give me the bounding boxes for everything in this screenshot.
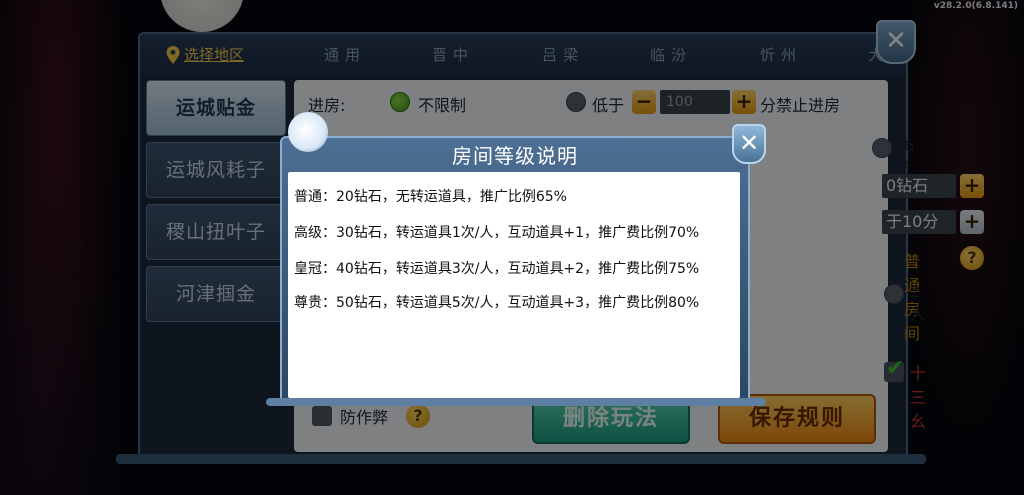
- modal-title: 房间等级说明: [452, 144, 578, 168]
- room-level-modal: 房间等级说明 普通：20钻石，无转运道具，推广比例65% 高级：30钻石，转运道…: [266, 112, 766, 406]
- modal-close-icon[interactable]: ✕: [732, 124, 766, 164]
- level-line-advanced: 高级：30钻石，转运道具1次/人，互动道具+1，推广费比例70%: [294, 225, 700, 241]
- level-line-normal: 普通：20钻石，无转运道具，推广比例65%: [294, 189, 567, 205]
- level-line-crown: 皇冠：40钻石，转运道具3次/人，互动道具+2，推广费比例75%: [294, 261, 700, 277]
- modal-body: 普通：20钻石，无转运道具，推广比例65% 高级：30钻石，转运道具1次/人，互…: [288, 172, 740, 398]
- level-line-noble: 尊贵：50钻石，转运道具5次/人，互动道具+3，推广费比例80%: [294, 295, 700, 311]
- modal-base-decoration: [266, 398, 766, 406]
